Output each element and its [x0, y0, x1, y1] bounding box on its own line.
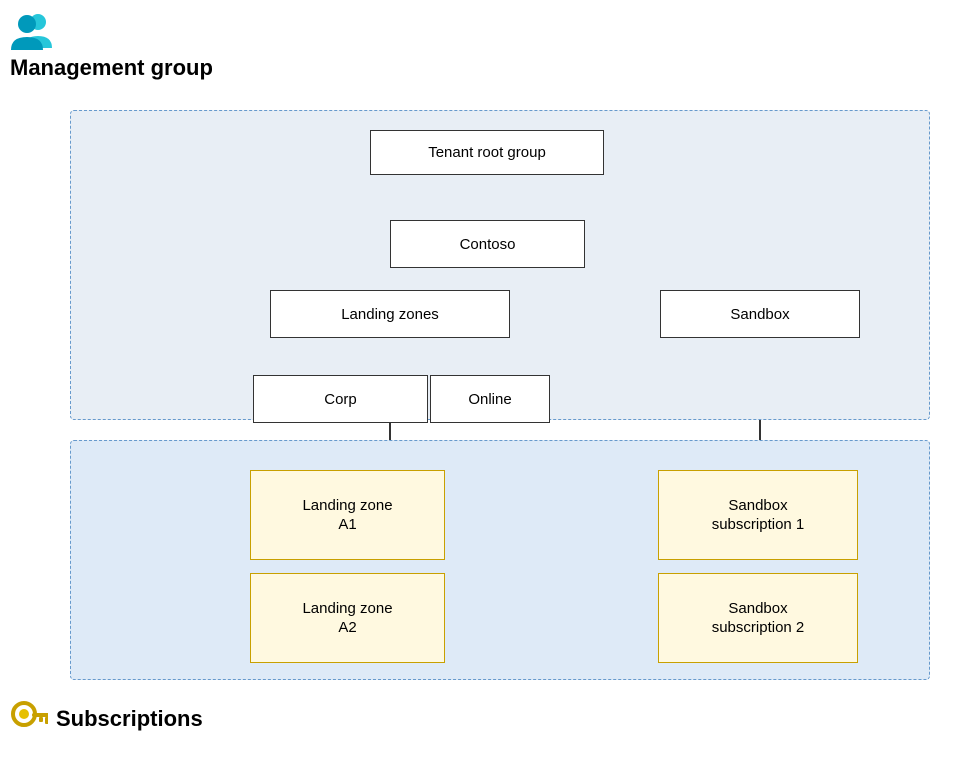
corp-box: Corp [253, 375, 428, 423]
subscriptions-label: Subscriptions [10, 700, 203, 738]
sandbox-sub2-box: Sandbox subscription 2 [658, 573, 858, 663]
tenant-root-box: Tenant root group [370, 130, 604, 175]
online-box: Online [430, 375, 550, 423]
landing-zone-a2-box: Landing zone A2 [250, 573, 445, 663]
key-icon [10, 700, 48, 738]
landing-zones-box: Landing zones [270, 290, 510, 338]
header-icon-area [10, 10, 55, 50]
landing-zone-a1-box: Landing zone A1 [250, 470, 445, 560]
users-icon [10, 10, 55, 50]
contoso-box: Contoso [390, 220, 585, 268]
sandbox-sub1-box: Sandbox subscription 1 [658, 470, 858, 560]
management-group-label: Management group [10, 55, 213, 81]
sandbox-box: Sandbox [660, 290, 860, 338]
